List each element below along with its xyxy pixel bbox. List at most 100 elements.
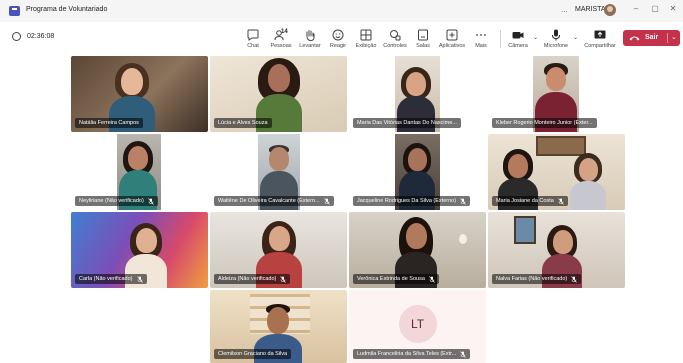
participant-count: 14 — [281, 29, 288, 35]
rooms-icon — [418, 29, 428, 41]
shield-icon — [12, 32, 21, 41]
react-button[interactable]: Reagir — [323, 28, 353, 49]
people-label: Pessoas — [270, 43, 292, 49]
leave-button[interactable]: Sair ⌄ — [623, 30, 680, 46]
account-avatar[interactable] — [604, 4, 616, 16]
video-tile[interactable]: Natália Ferreira Campos — [71, 56, 208, 132]
share-label: Compartilhar — [584, 43, 616, 49]
chat-icon — [247, 29, 259, 41]
muted-mic-icon — [280, 275, 287, 283]
microphone-icon — [552, 29, 560, 41]
minimize-button[interactable]: – — [630, 4, 642, 13]
view-label: Exibição — [355, 43, 377, 49]
window-title: Programa de Voluntariado — [26, 6, 108, 13]
chat-label: Chat — [247, 43, 259, 49]
camera-label: Câmera — [508, 43, 528, 49]
participant-name: Carla (Não verificado) — [79, 276, 133, 282]
controls-label: Controles — [383, 43, 407, 49]
microphone-button[interactable]: Microfone — [541, 28, 571, 49]
participant-name-tag: Carla (Não verificado) — [75, 274, 147, 284]
video-tile[interactable]: Nalva Farias (Não verificado) — [488, 212, 625, 288]
video-tile[interactable]: Aldeiza (Não verificado) — [210, 212, 347, 288]
view-icon — [360, 29, 372, 41]
participant-name-tag: Clemilson Graciano da Silva — [214, 349, 292, 359]
restore-button[interactable]: ▢ — [649, 4, 661, 13]
participant-name: Nalva Farias (Não verificado) — [496, 276, 568, 282]
participant-name: Maria Das Vitórias Dantas Do Nascime... — [357, 120, 457, 126]
video-tile[interactable]: Verônica Estrinda de Sousa — [349, 212, 486, 288]
participant-avatar: LT — [398, 304, 437, 343]
apps-button[interactable]: Aplicativos — [437, 28, 467, 49]
muted-mic-icon — [460, 197, 466, 205]
video-stage: Natália Ferreira Campos Lúcia e Alves So… — [0, 53, 683, 363]
microphone-options-chevron-icon[interactable]: ⌄ — [573, 34, 578, 41]
apps-icon — [446, 29, 458, 41]
apps-label: Aplicativos — [438, 43, 466, 49]
leave-label: Sair — [645, 34, 659, 41]
participant-name: Kleber Rogerio Monteiro Junior (Exter... — [496, 120, 593, 126]
chat-button[interactable]: Chat — [238, 28, 268, 49]
raise-hand-icon — [306, 30, 315, 42]
camera-icon — [512, 32, 524, 39]
react-label: Reagir — [329, 43, 347, 49]
muted-mic-icon — [460, 350, 466, 358]
video-tile[interactable]: Clemilson Graciano da Silva — [210, 290, 347, 363]
react-icon — [332, 29, 344, 41]
more-label: Mais — [475, 43, 487, 49]
video-tile[interactable]: Lúcia e Alves Souza — [210, 56, 347, 132]
close-button[interactable]: ✕ — [667, 4, 679, 13]
participant-name: Natália Ferreira Campos — [79, 120, 139, 126]
account-name[interactable]: MARISTA — [575, 6, 606, 13]
muted-mic-icon — [148, 197, 154, 205]
video-tile[interactable]: Carla (Não verificado) — [71, 212, 208, 288]
muted-mic-icon — [323, 197, 330, 205]
video-tile[interactable]: Maria Josiane da Costa — [488, 134, 625, 210]
participant-name: Lúcia e Alves Souza — [218, 120, 268, 126]
view-button[interactable]: Exibição — [351, 28, 381, 49]
share-button[interactable]: Compartilhar — [584, 28, 616, 49]
participant-name-tag: Lúcia e Alves Souza — [214, 118, 272, 128]
controls-button[interactable]: Controles — [380, 28, 410, 49]
rooms-button[interactable]: Salas — [408, 28, 438, 49]
more-options-icon[interactable]: ... — [561, 5, 568, 14]
participant-name-tag: Aldeiza (Não verificado) — [214, 274, 291, 284]
participant-name: Jacqueline Rodrigues Da Silva (Externo) — [357, 198, 457, 204]
participant-name-tag: Verônica Estrinda de Sousa — [353, 274, 439, 284]
toolbar-divider — [500, 30, 501, 48]
participant-name: Neyliriane (Não verificado) — [79, 198, 144, 204]
camera-options-chevron-icon[interactable]: ⌄ — [533, 34, 538, 41]
participant-name: Maria Josiane da Costa — [496, 198, 554, 204]
participant-name-tag: Maria Josiane da Costa — [492, 196, 568, 206]
participant-name: Ludmila Franceliria da Silva Teles (Extr… — [357, 351, 457, 357]
leave-options-chevron-icon[interactable]: ⌄ — [671, 33, 677, 41]
participant-name-tag: Maria Das Vitórias Dantas Do Nascime... — [353, 118, 461, 128]
video-tile[interactable]: LT Ludmila Franceliria da Silva Teles (E… — [349, 290, 486, 363]
hang-up-icon — [629, 36, 640, 41]
camera-button[interactable]: Câmera — [503, 28, 533, 49]
title-bar: Programa de Voluntariado ... MARISTA – ▢… — [0, 0, 683, 22]
participant-name-tag: Nalva Farias (Não verificado) — [492, 274, 582, 284]
participant-name-tag: Jacqueline Rodrigues Da Silva (Externo) — [353, 196, 471, 206]
video-tile[interactable]: Maria Das Vitórias Dantas Do Nascime... — [349, 56, 486, 132]
video-tile[interactable]: Kleber Rogerio Monteiro Junior (Exter... — [488, 56, 625, 132]
participant-name: Verônica Estrinda de Sousa — [357, 276, 425, 282]
muted-mic-icon — [571, 275, 577, 283]
participant-name: Waltêne De Oliveira Cavalcante (Extern..… — [218, 198, 320, 204]
muted-mic-icon — [429, 275, 435, 283]
meeting-timer: 02:36:08 — [27, 33, 55, 40]
video-tile[interactable]: Neyliriane (Não verificado) — [71, 134, 208, 210]
controls-icon — [390, 30, 401, 41]
raise-hand-button[interactable]: Levantar — [295, 28, 325, 49]
video-tile[interactable]: Jacqueline Rodrigues Da Silva (Externo) — [349, 134, 486, 210]
participant-name-tag: Waltêne De Oliveira Cavalcante (Extern..… — [214, 196, 334, 206]
participant-name-tag: Kleber Rogerio Monteiro Junior (Exter... — [492, 118, 597, 128]
participant-name-tag: Ludmila Franceliria da Silva Teles (Extr… — [353, 349, 471, 359]
participant-name-tag: Natália Ferreira Campos — [75, 118, 143, 128]
more-button[interactable]: Mais — [466, 28, 496, 49]
video-tile[interactable]: Waltêne De Oliveira Cavalcante (Extern..… — [210, 134, 347, 210]
teams-logo-icon — [9, 6, 20, 16]
microphone-label: Microfone — [543, 43, 569, 49]
raise-hand-label: Levantar — [299, 43, 321, 49]
muted-mic-icon — [136, 275, 143, 283]
participant-name: Aldeiza (Não verificado) — [218, 276, 277, 282]
